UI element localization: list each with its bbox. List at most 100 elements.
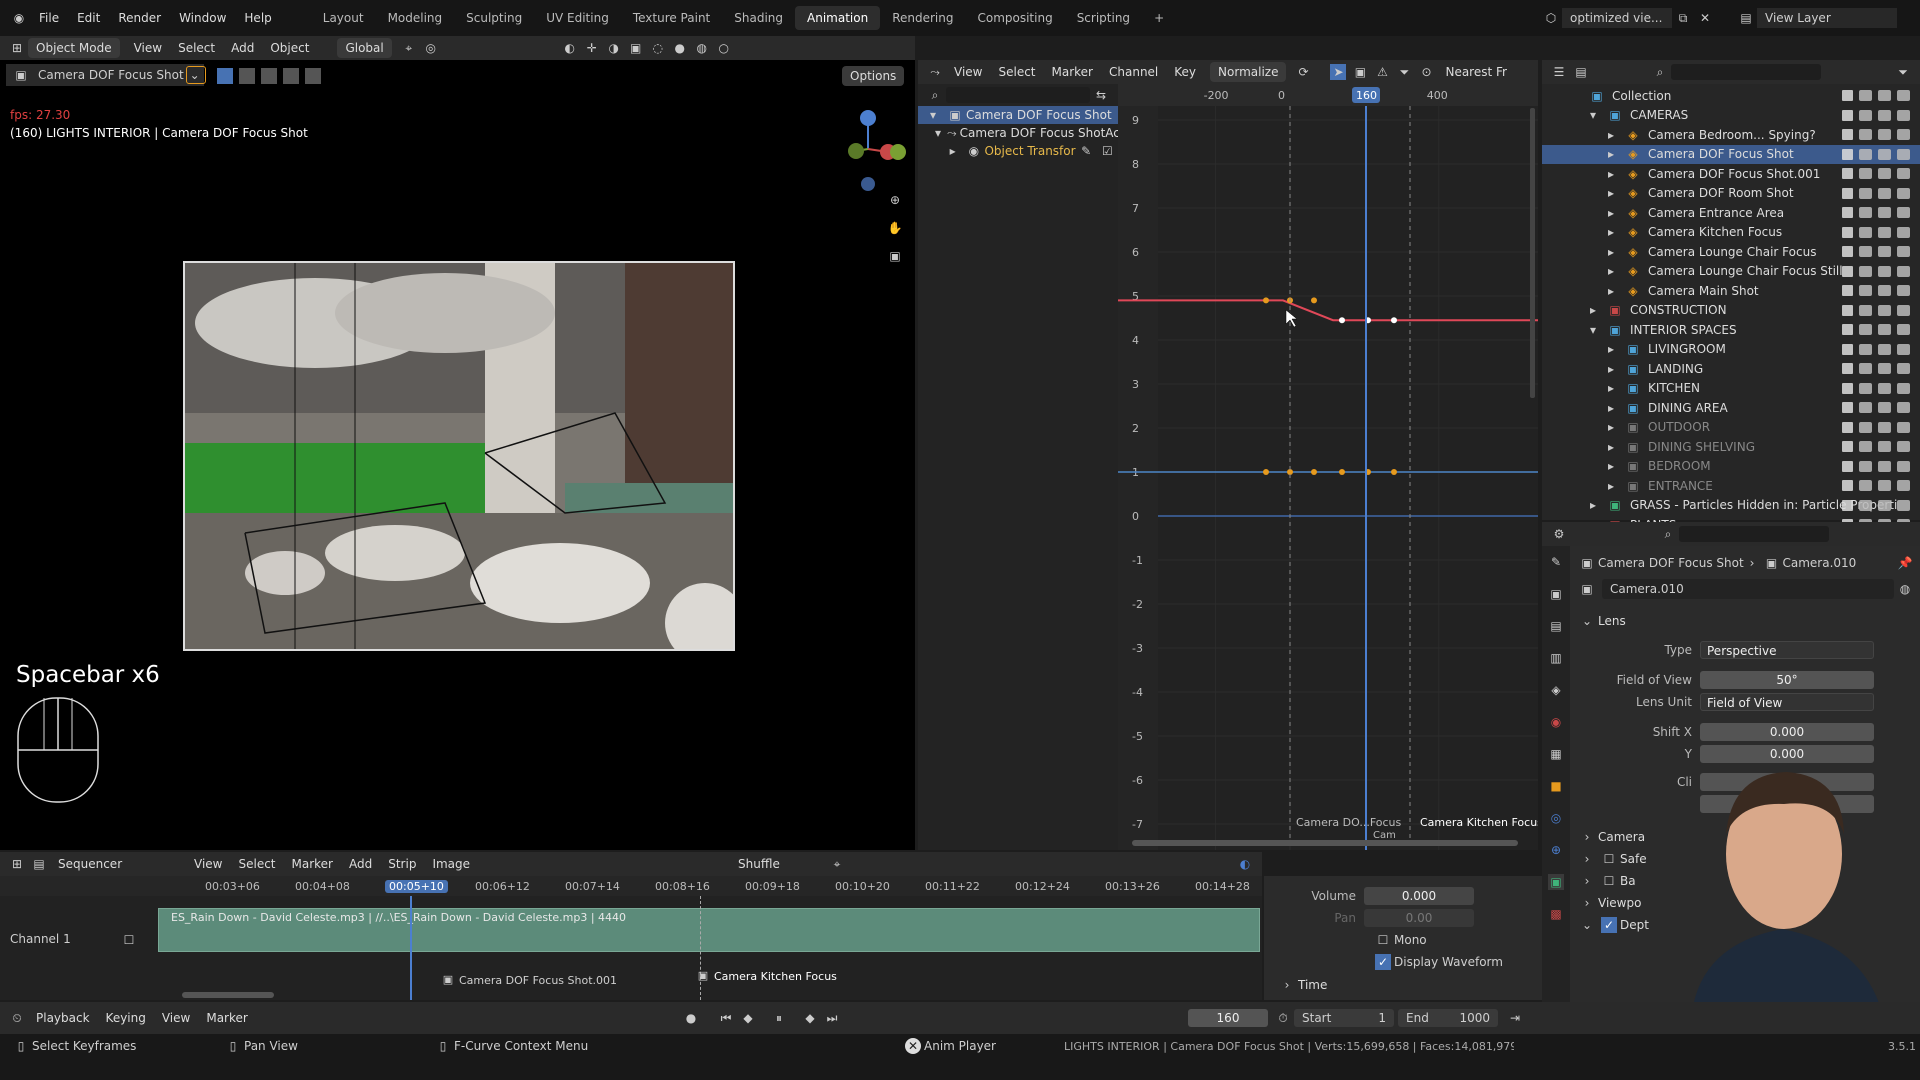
menu-help[interactable]: Help [244, 11, 271, 25]
eye-icon[interactable] [1859, 90, 1872, 102]
eye-icon[interactable] [1859, 129, 1872, 141]
exclude-checkbox-icon[interactable] [1842, 109, 1853, 121]
keyframe-point[interactable] [1339, 469, 1345, 475]
add-workspace-icon[interactable]: + [1142, 6, 1176, 30]
monitor-icon[interactable] [1878, 402, 1891, 414]
sequencer-time-ruler[interactable]: 00:03+06 00:04+08 00:05+10 00:06+12 00:07+14… [0, 876, 1262, 896]
properties-type-icon[interactable]: ⚙ [1551, 526, 1567, 542]
monitor-icon[interactable] [1878, 109, 1891, 121]
render-camera-icon[interactable] [1897, 129, 1910, 141]
sequencer-type-icon[interactable]: ⊞ [9, 856, 25, 872]
outliner-row[interactable]: ▾ ▣ CAMERAS [1542, 106, 1920, 126]
jump-end-icon[interactable]: ⏭ [824, 1010, 840, 1026]
shading-material-icon[interactable]: ◍ [694, 40, 710, 56]
collapse-chevron-icon[interactable]: ▸ [1603, 146, 1619, 162]
collapse-chevron-icon[interactable]: ▸ [1603, 400, 1619, 416]
snap-icon[interactable]: ⌖ [401, 40, 417, 56]
collapse-chevron-icon[interactable]: ▸ [1603, 380, 1619, 396]
auto-normalize-icon[interactable]: ⟳ [1295, 64, 1311, 80]
render-tab-icon[interactable]: ▣ [1548, 586, 1564, 602]
exclude-checkbox-icon[interactable] [1842, 363, 1853, 375]
pivot-icon[interactable]: ⊙ [1418, 64, 1434, 80]
exclude-checkbox-icon[interactable] [1842, 304, 1853, 316]
horizontal-scrollbar[interactable] [182, 992, 274, 998]
normalize-toggle[interactable]: Normalize [1210, 62, 1287, 82]
playhead-line[interactable] [410, 896, 412, 1000]
tab-compositing[interactable]: Compositing [965, 6, 1064, 30]
checkbox-checked-icon[interactable]: ✓ [1601, 917, 1617, 933]
exclude-checkbox-icon[interactable] [1842, 402, 1853, 414]
shading-rendered-icon[interactable]: ○ [716, 40, 732, 56]
eye-icon[interactable] [1859, 363, 1872, 375]
timeline-marker-menu[interactable]: Marker [206, 1011, 247, 1025]
scene-tab-icon[interactable]: ◈ [1548, 682, 1564, 698]
mono-checkbox[interactable]: ☐ [1375, 932, 1391, 948]
select-mode-intersect-icon[interactable] [305, 68, 321, 84]
exclude-checkbox-icon[interactable] [1842, 343, 1853, 355]
checkbox-icon[interactable]: ☑ [1100, 143, 1115, 159]
outliner-row[interactable]: ▾ ▣ INTERIOR SPACES [1542, 320, 1920, 340]
monitor-icon[interactable] [1878, 226, 1891, 238]
sequencer-view-type-icon[interactable]: ▤ [31, 856, 47, 872]
eye-icon[interactable] [1859, 460, 1872, 472]
sequencer-mode-dropdown[interactable]: Sequencer [58, 857, 178, 871]
keyframe-point[interactable] [1391, 469, 1397, 475]
waveform-checkbox[interactable]: ✓ [1375, 954, 1391, 970]
collapse-chevron-icon[interactable]: ▸ [1603, 185, 1619, 201]
monitor-icon[interactable] [1878, 343, 1891, 355]
fov-field[interactable]: 50° [1700, 671, 1874, 689]
only-errors-icon[interactable]: ⚠ [1374, 64, 1390, 80]
render-camera-icon[interactable] [1897, 109, 1910, 121]
channel-action[interactable]: ▾ ⤳ Camera DOF Focus ShotAction [918, 124, 1143, 142]
outliner-row[interactable]: ▸ ◈ Camera Lounge Chair Focus [1542, 242, 1920, 262]
frame-range-icon[interactable]: ⇥ [1507, 1010, 1523, 1026]
monitor-icon[interactable] [1878, 441, 1891, 453]
render-camera-icon[interactable] [1897, 168, 1910, 180]
overlap-mode-dropdown[interactable]: Shuffle [738, 857, 818, 871]
timeline-view-menu[interactable]: View [162, 1011, 190, 1025]
tab-layout[interactable]: Layout [311, 6, 376, 30]
exclude-checkbox-icon[interactable] [1842, 441, 1853, 453]
monitor-icon[interactable] [1878, 265, 1891, 277]
outliner-type-icon[interactable]: ☰ [1551, 64, 1567, 80]
outliner-row[interactable]: ▸ ◈ Camera Entrance Area [1542, 203, 1920, 223]
checkbox-icon[interactable]: ☐ [1601, 873, 1617, 889]
lens-unit-dropdown[interactable]: Field of View [1700, 693, 1874, 711]
view-layer-tab-icon[interactable]: ▥ [1548, 650, 1564, 666]
eye-icon[interactable] [1859, 304, 1872, 316]
zoom-icon[interactable]: ⊕ [887, 192, 903, 208]
render-camera-icon[interactable] [1897, 90, 1910, 102]
exclude-checkbox-icon[interactable] [1842, 421, 1853, 433]
exclude-checkbox-icon[interactable] [1842, 148, 1853, 160]
render-camera-icon[interactable] [1897, 187, 1910, 199]
next-keyframe-icon[interactable]: ◆ [802, 1010, 818, 1026]
eye-icon[interactable] [1859, 207, 1872, 219]
seq-menu-add[interactable]: Add [349, 857, 372, 871]
render-camera-icon[interactable] [1897, 226, 1910, 238]
render-camera-icon[interactable] [1897, 304, 1910, 316]
outliner-filter-icon[interactable]: ⏷ [1895, 64, 1911, 80]
collapse-chevron-icon[interactable]: ▸ [1603, 205, 1619, 221]
camera-data-tab-icon[interactable]: ▣ [1548, 874, 1564, 890]
monitor-icon[interactable] [1878, 460, 1891, 472]
checkbox-icon[interactable]: ☐ [1601, 851, 1617, 867]
eye-icon[interactable] [1859, 168, 1872, 180]
ge-menu-select[interactable]: Select [998, 65, 1035, 79]
collapse-chevron-icon[interactable]: ▸ [1603, 361, 1619, 377]
outliner-row[interactable]: ▸ ◈ Camera DOF Focus Shot [1542, 144, 1920, 164]
texture-tab-icon[interactable]: ▩ [1548, 906, 1564, 922]
camera-view-icon[interactable]: ▣ [887, 248, 903, 264]
monitor-icon[interactable] [1878, 148, 1891, 160]
eye-icon[interactable] [1859, 265, 1872, 277]
snap-icon[interactable]: ⌖ [829, 856, 845, 872]
channel-group[interactable]: ▸ ◉ Object Transfor ✎ ☑ [918, 142, 1118, 160]
fake-user-icon[interactable]: ◍ [1897, 581, 1913, 597]
world-tab-icon[interactable]: ◉ [1548, 714, 1564, 730]
overlay-icon[interactable]: ◑ [606, 40, 622, 56]
render-camera-icon[interactable] [1897, 402, 1910, 414]
keyframe-point[interactable] [1263, 469, 1269, 475]
eye-icon[interactable] [1859, 343, 1872, 355]
outliner-row[interactable]: ▣ Collection [1542, 86, 1920, 106]
xray-icon[interactable]: ▣ [628, 40, 644, 56]
monitor-icon[interactable] [1878, 324, 1891, 336]
